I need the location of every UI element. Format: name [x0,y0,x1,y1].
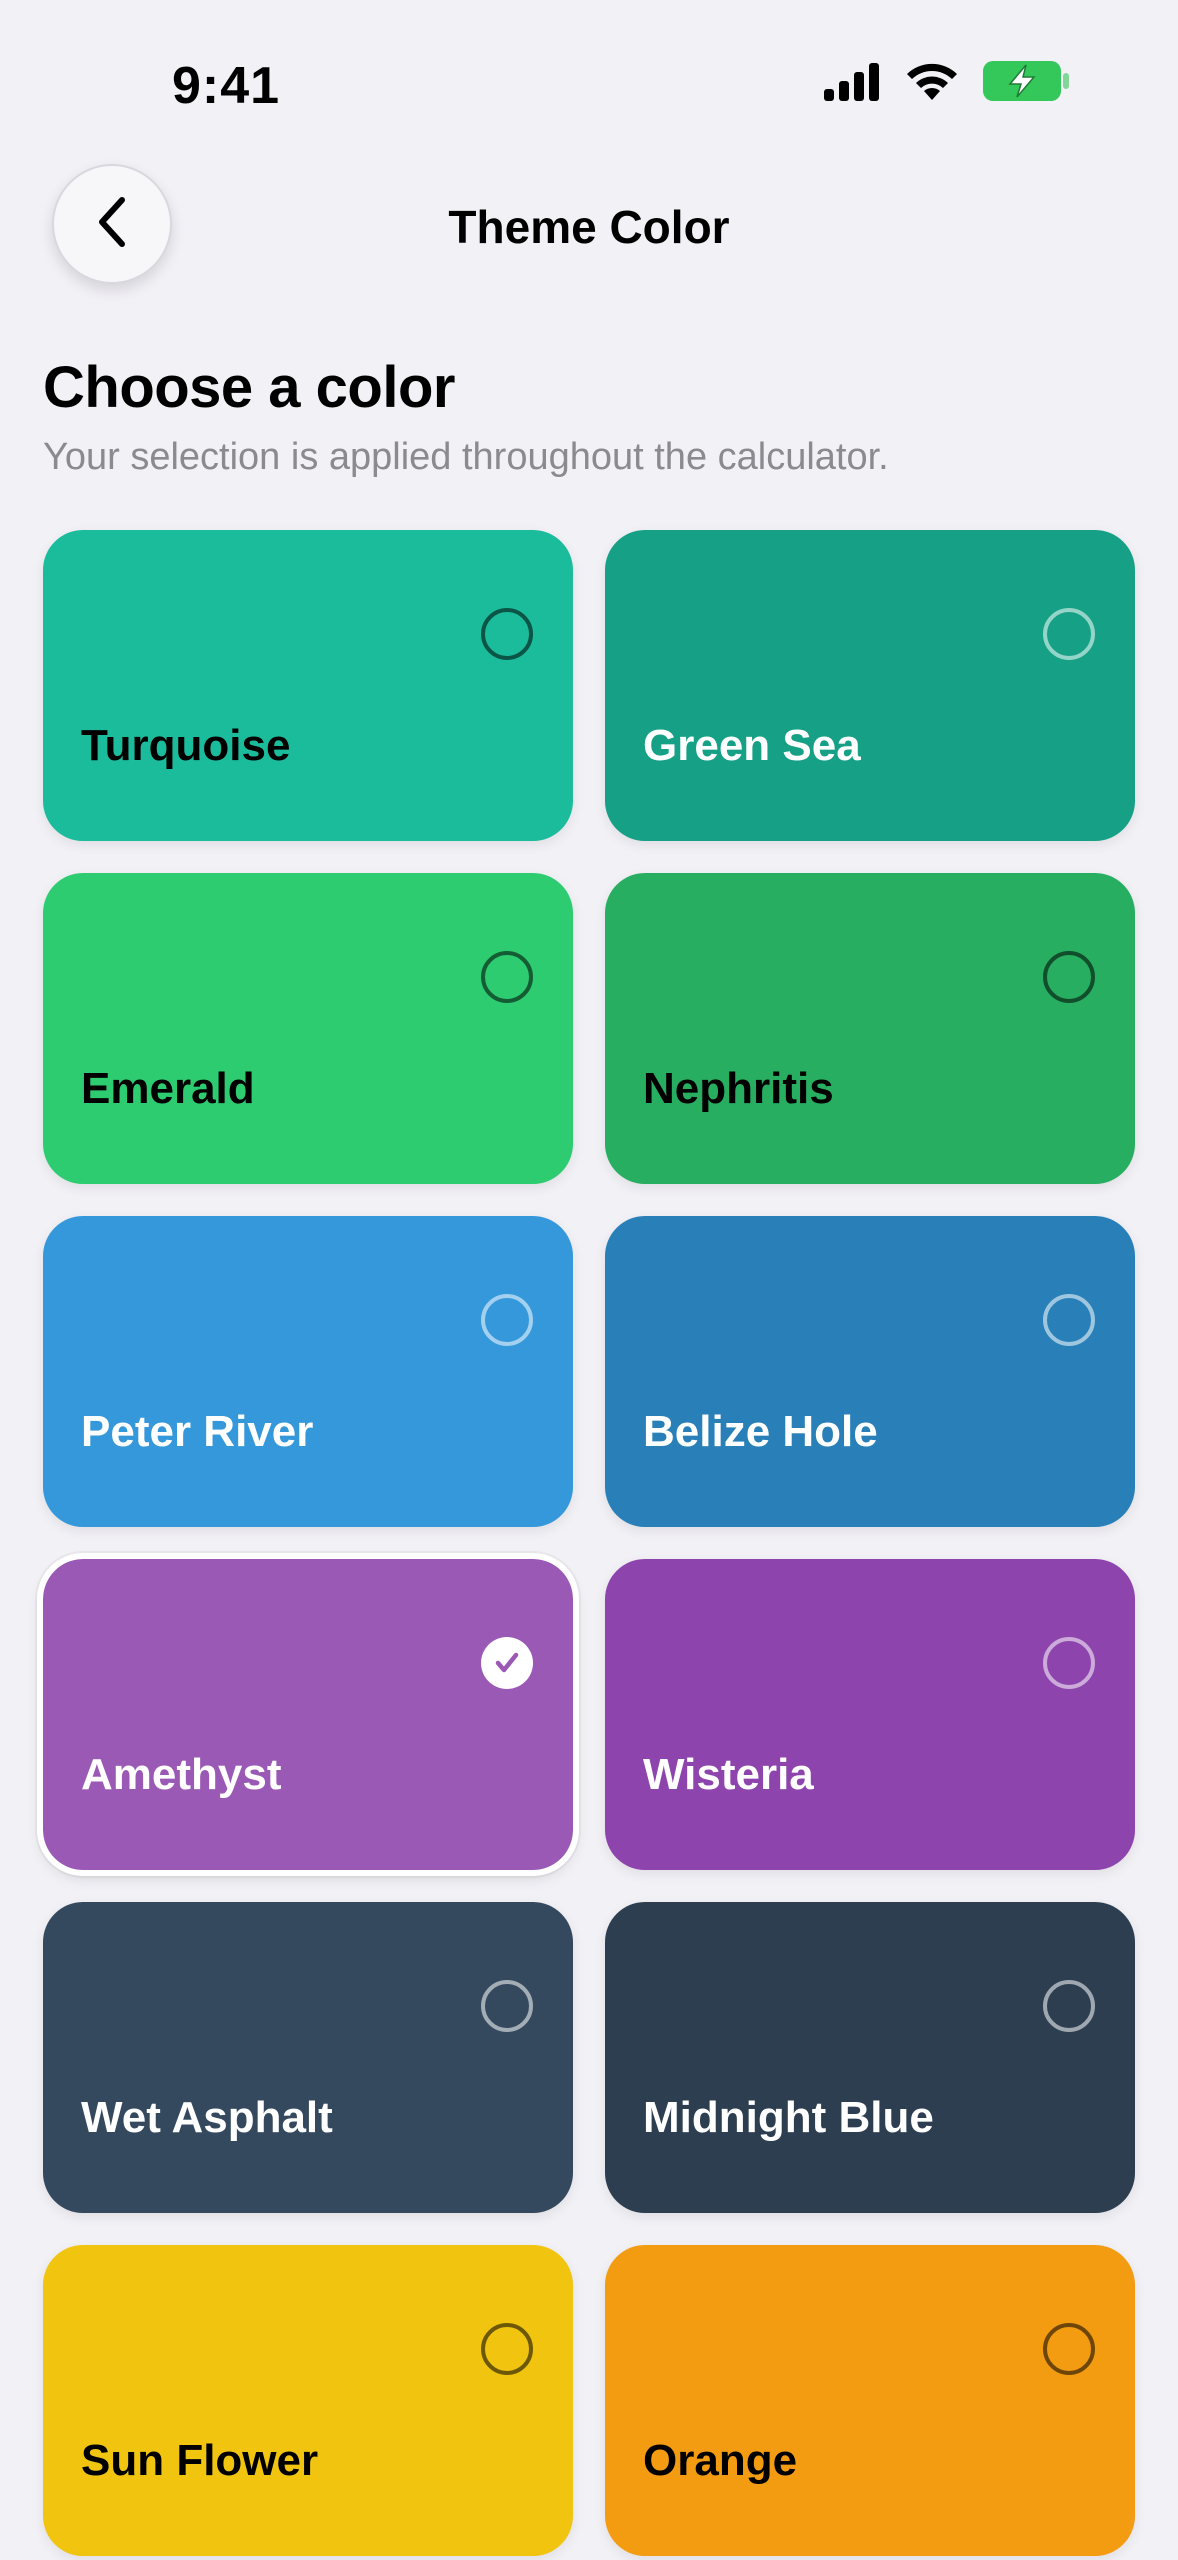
radio-unselected-icon [481,2323,533,2375]
color-option-label: Belize Hole [643,1407,878,1456]
color-option-green-sea[interactable]: Green Sea [605,530,1135,841]
color-option-wet-asphalt[interactable]: Wet Asphalt [43,1902,573,2213]
color-option-label: Emerald [81,1064,255,1113]
status-icons [822,60,1070,107]
color-option-label: Orange [643,2436,798,2485]
color-option-orange[interactable]: Orange [605,2245,1135,2556]
radio-unselected-icon [1043,1294,1095,1346]
page-title: Theme Color [448,201,730,253]
cellular-signal-icon [822,61,882,106]
color-option-label: Sun Flower [81,2436,319,2485]
color-option-label: Amethyst [81,1750,282,1799]
radio-unselected-icon [481,1294,533,1346]
radio-unselected-icon [481,608,533,660]
radio-unselected-icon [1043,608,1095,660]
color-option-label: Wet Asphalt [81,2093,333,2142]
color-option-peter-river[interactable]: Peter River [43,1216,573,1527]
color-option-nephritis[interactable]: Nephritis [605,873,1135,1184]
radio-unselected-icon [1043,2323,1095,2375]
radio-unselected-icon [1043,1980,1095,2032]
radio-unselected-icon [481,1980,533,2032]
color-grid: Turquoise Green Sea Emerald Nephritis Pe… [37,530,1135,2556]
color-option-emerald[interactable]: Emerald [43,873,573,1184]
color-option-label: Nephritis [643,1064,834,1113]
radio-unselected-icon [1043,951,1095,1003]
section-subtitle: Your selection is applied throughout the… [43,436,889,478]
color-option-wisteria[interactable]: Wisteria [605,1559,1135,1870]
section-heading: Choose a color [43,355,455,420]
battery-charging-icon [982,60,1070,107]
radio-unselected-icon [481,951,533,1003]
status-time: 9:41 [172,57,281,115]
radio-unselected-icon [1043,1637,1095,1689]
color-option-label: Turquoise [81,721,291,770]
color-option-label: Green Sea [643,721,861,770]
color-option-label: Peter River [81,1407,314,1456]
color-option-label: Wisteria [643,1750,814,1799]
color-option-sun-flower[interactable]: Sun Flower [43,2245,573,2556]
color-option-turquoise[interactable]: Turquoise [43,530,573,841]
status-bar: 9:41 [0,0,1178,150]
color-option-label: Midnight Blue [643,2093,934,2142]
color-option-amethyst[interactable]: Amethyst [37,1553,579,1876]
color-option-belize-hole[interactable]: Belize Hole [605,1216,1135,1527]
color-option-midnight-blue[interactable]: Midnight Blue [605,1902,1135,2213]
wifi-icon [904,60,960,107]
navigation-header: Theme Color [0,160,1178,290]
radio-checked-icon [481,1637,533,1689]
